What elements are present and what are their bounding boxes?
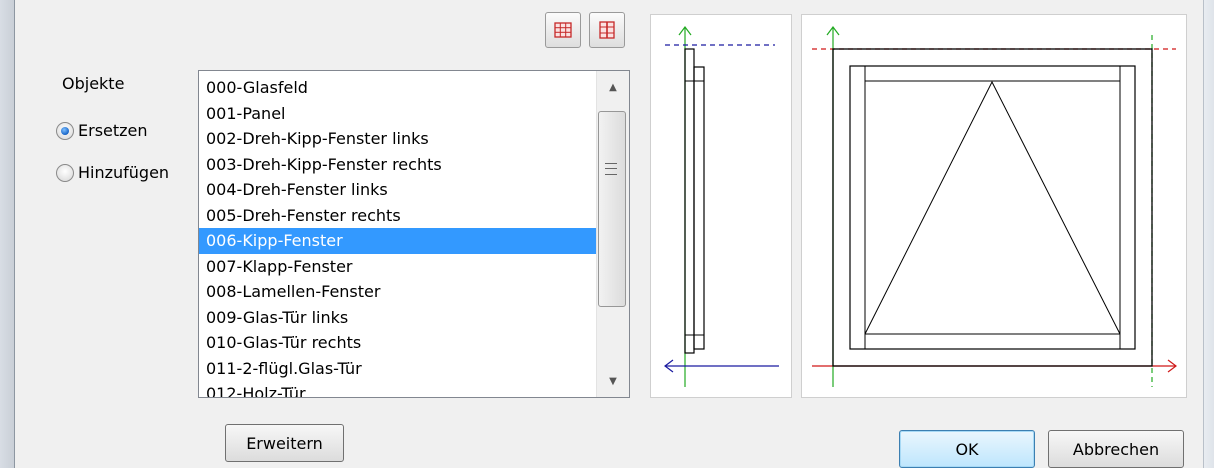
radio-add-label: Hinzufügen (78, 163, 170, 182)
list-item[interactable]: 011-2-flügl.Glas-Tür (199, 356, 597, 382)
cancel-button[interactable]: Abbrechen (1048, 430, 1184, 468)
list-item[interactable]: 004-Dreh-Fenster links (199, 177, 597, 203)
window-left-frame (0, 0, 15, 468)
scrollbar-thumb[interactable] (598, 111, 626, 307)
list-item[interactable]: 010-Glas-Tür rechts (199, 330, 597, 356)
list-item[interactable]: 005-Dreh-Fenster rechts (199, 203, 597, 229)
side-view-drawing (664, 26, 779, 387)
extend-button[interactable]: Erweitern (225, 424, 344, 462)
grid-split-view-button[interactable] (589, 12, 625, 48)
list-item[interactable]: 007-Klapp-Fenster (199, 254, 597, 280)
list-item[interactable]: 009-Glas-Tür links (199, 305, 597, 331)
scroll-up-arrow-icon[interactable]: ▲ (597, 71, 629, 103)
list-item-selected[interactable]: 006-Kipp-Fenster (199, 228, 597, 254)
radio-add-indicator[interactable] (56, 163, 74, 182)
grid-split-view-icon (599, 21, 615, 39)
grid-view-icon (554, 22, 572, 38)
list-item[interactable]: 003-Dreh-Kipp-Fenster rechts (199, 152, 597, 178)
list-scrollbar[interactable]: ▲ ▼ (596, 71, 629, 397)
radio-replace-indicator[interactable] (56, 121, 74, 140)
scroll-down-arrow-icon[interactable]: ▼ (597, 365, 629, 397)
radio-replace[interactable]: Ersetzen (56, 121, 148, 140)
object-listbox[interactable]: 000-Glasfeld 001-Panel 002-Dreh-Kipp-Fen… (198, 70, 630, 398)
list-item[interactable]: 001-Panel (199, 101, 597, 127)
object-list: 000-Glasfeld 001-Panel 002-Dreh-Kipp-Fen… (199, 75, 597, 397)
front-view-drawing (812, 26, 1177, 387)
side-view-preview (650, 14, 792, 398)
radio-replace-label: Ersetzen (78, 121, 148, 140)
list-item[interactable]: 002-Dreh-Kipp-Fenster links (199, 126, 597, 152)
list-item[interactable]: 012-Holz-Tür (199, 381, 597, 397)
ok-button[interactable]: OK (899, 430, 1035, 468)
front-view-preview (801, 14, 1187, 398)
window-right-frame (1203, 0, 1214, 468)
grid-view-button[interactable] (545, 12, 581, 48)
list-item[interactable]: 000-Glasfeld (199, 75, 597, 101)
radio-add[interactable]: Hinzufügen (56, 163, 169, 182)
list-item[interactable]: 008-Lamellen-Fenster (199, 279, 597, 305)
objects-label: Objekte (62, 74, 125, 93)
scrollbar-grip-icon (605, 163, 617, 175)
